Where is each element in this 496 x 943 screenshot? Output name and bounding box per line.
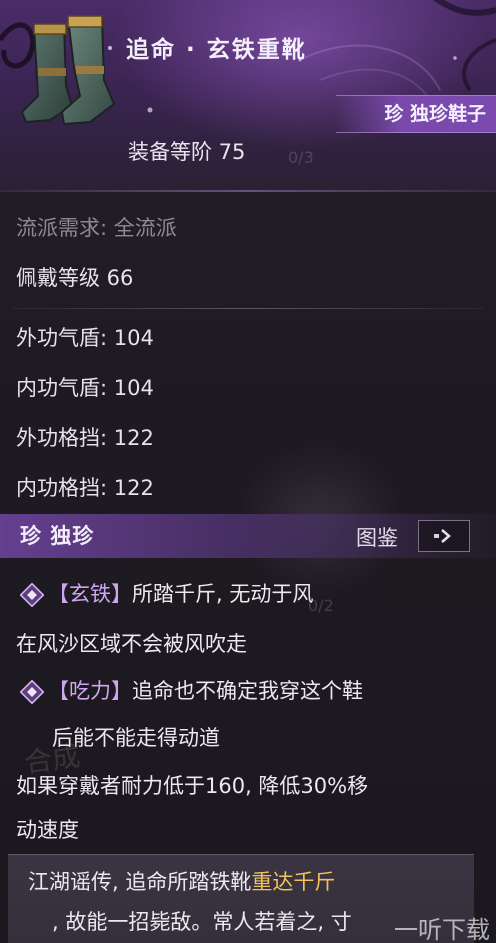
equip-tier: 装备等阶 75 [128,140,246,164]
stat-row: 内功气盾: 104 [16,372,154,402]
arrow-right-icon [434,529,451,543]
skill-text: 所踏千斤, 无动于风 [132,582,314,606]
bracket-close: 】 [111,582,132,606]
skill-diamond-icon [20,680,44,704]
effect-line: 动速度 [16,818,79,842]
school-requirement: 流派需求: 全流派 [16,216,177,240]
skill-text: 追命也不确定我穿这个鞋 [132,679,363,703]
item-tooltip-panel: 追命 · 玄铁重靴 珍 独珍鞋子 装备等阶 75 0/3 流派需求: 全流派 佩… [0,0,496,943]
atlas-label[interactable]: 图鉴 [356,522,398,552]
lore-text: 江湖谣传, 追命所踏铁靴 [28,870,252,894]
stat-label: 外功气盾: [16,326,114,350]
lore-line: , 故能一招毙敌。常人若着之, 寸 [52,910,352,934]
atlas-button[interactable] [418,520,470,552]
lore-line: 江湖谣传, 追命所踏铁靴重达千斤 [28,866,335,896]
lore-highlight: 重达千斤 [251,870,336,894]
bracket-close: 】 [111,679,132,703]
stat-value: 104 [113,326,154,350]
skill-title: 【吃力】追命也不确定我穿这个鞋 [48,675,363,705]
skill-name: 吃力 [69,679,111,703]
skill-description: 在风沙区域不会被风吹走 [16,632,247,656]
stat-label: 外功格挡: [16,426,114,450]
skill-title: 【玄铁】所踏千斤, 无动于风 [48,578,313,608]
stat-row: 内功格挡: 122 [16,472,154,502]
wear-level: 佩戴等级 66 [16,266,134,290]
stat-label: 内功气盾: [16,376,114,400]
divider [12,308,484,309]
boots-icon [20,15,116,126]
stat-row: 外功格挡: 122 [16,422,154,452]
stat-value: 122 [113,426,154,450]
effect-line: 如果穿戴者耐力低于160, 降低30%移 [16,774,369,798]
skill-name: 玄铁 [69,582,111,606]
stat-label: 内功格挡: [16,476,114,500]
faded-counter: 0/3 [288,148,314,167]
bracket-open: 【 [48,679,69,703]
site-watermark: 一听下载 [394,916,490,943]
stat-row: 外功气盾: 104 [16,322,154,352]
rarity-section-title: 珍 独珍 [20,524,95,548]
item-name: 追命 · 玄铁重靴 [126,37,307,63]
rarity-type-tag: 珍 独珍鞋子 [336,95,496,133]
skill-diamond-icon [20,583,44,607]
stat-value: 104 [113,376,154,400]
stat-value: 122 [113,476,154,500]
bracket-open: 【 [48,582,69,606]
